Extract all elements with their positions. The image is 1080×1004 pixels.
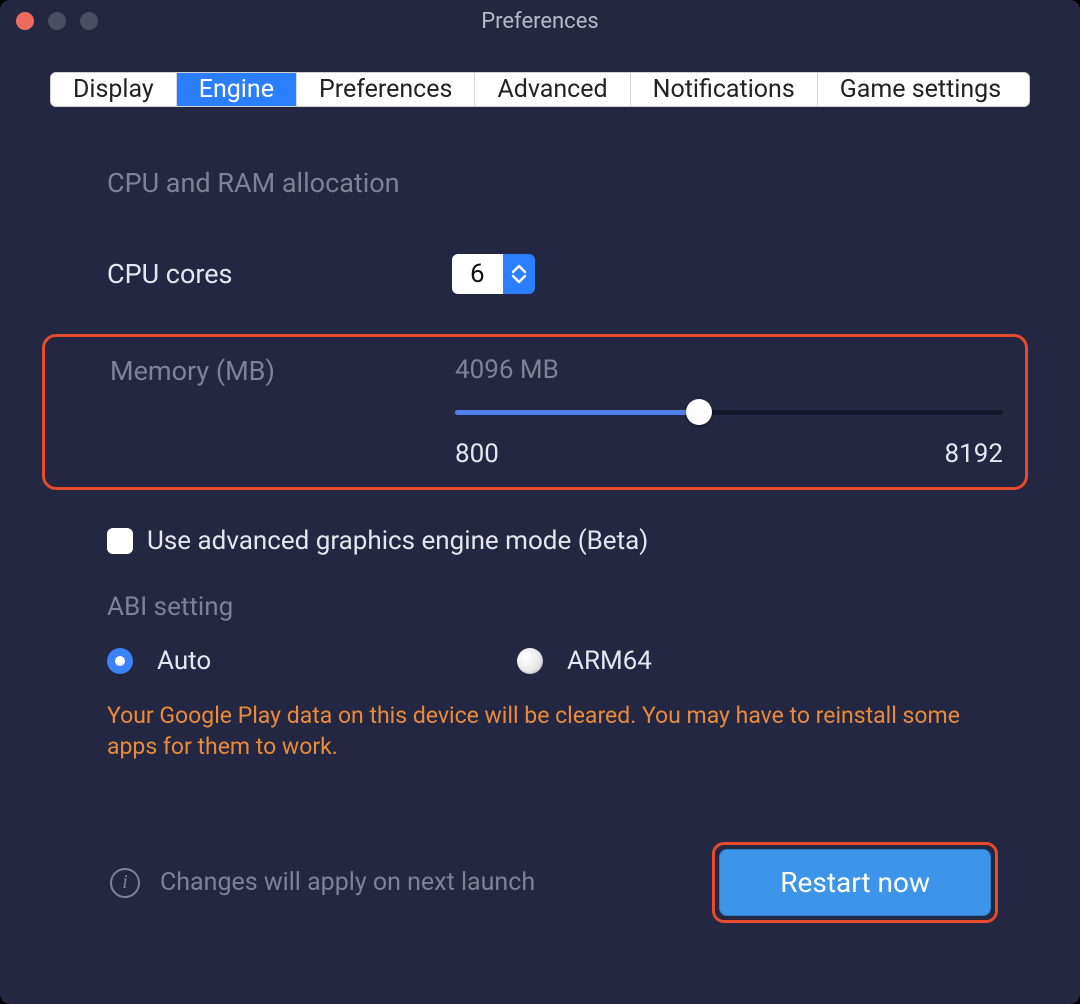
cpu-cores-label: CPU cores xyxy=(107,258,452,290)
tab-preferences[interactable]: Preferences xyxy=(297,73,475,106)
abi-radio-group: Auto ARM64 xyxy=(52,646,1028,676)
footer-note: Changes will apply on next launch xyxy=(160,868,535,897)
slider-min-label: 800 xyxy=(455,439,499,469)
abi-heading: ABI setting xyxy=(52,592,1028,622)
preferences-window: Preferences Display Engine Preferences A… xyxy=(0,0,1080,1004)
restart-highlight: Restart now xyxy=(712,842,998,923)
cpu-cores-stepper-buttons[interactable] xyxy=(503,254,535,294)
cpu-cores-stepper[interactable]: 6 xyxy=(452,254,535,294)
tab-display[interactable]: Display xyxy=(51,73,177,106)
footer-note-wrap: i Changes will apply on next launch xyxy=(110,868,535,898)
footer: i Changes will apply on next launch Rest… xyxy=(52,842,1028,963)
slider-max-label: 8192 xyxy=(945,439,1003,469)
tab-advanced[interactable]: Advanced xyxy=(475,73,630,106)
tab-bar: Display Engine Preferences Advanced Noti… xyxy=(50,72,1030,107)
memory-row: Memory (MB) 4096 MB 800 8192 xyxy=(110,355,1003,469)
memory-current-value: 4096 MB xyxy=(455,355,1003,385)
chevron-up-icon xyxy=(511,264,527,274)
zoom-window-button[interactable] xyxy=(80,12,98,30)
abi-option-auto-label: Auto xyxy=(157,646,211,676)
section-heading-allocation: CPU and RAM allocation xyxy=(52,167,1028,199)
cpu-cores-row: CPU cores 6 xyxy=(52,254,1028,294)
tab-notifications[interactable]: Notifications xyxy=(631,73,818,106)
slider-thumb[interactable] xyxy=(686,399,712,425)
advanced-graphics-row: Use advanced graphics engine mode (Beta) xyxy=(52,526,1028,556)
cpu-cores-value: 6 xyxy=(452,254,503,294)
memory-highlight: Memory (MB) 4096 MB 800 8192 xyxy=(42,334,1028,490)
info-icon: i xyxy=(110,868,140,898)
abi-warning: Your Google Play data on this device wil… xyxy=(52,700,1028,762)
tab-game-settings[interactable]: Game settings xyxy=(818,73,1023,106)
advanced-graphics-label: Use advanced graphics engine mode (Beta) xyxy=(147,526,648,556)
restart-now-button[interactable]: Restart now xyxy=(719,849,991,916)
tab-engine[interactable]: Engine xyxy=(177,73,297,106)
traffic-lights xyxy=(16,12,98,30)
engine-content: CPU and RAM allocation CPU cores 6 Memor… xyxy=(0,107,1080,1004)
advanced-graphics-checkbox[interactable] xyxy=(107,528,133,554)
abi-option-auto[interactable]: Auto xyxy=(107,646,477,676)
minimize-window-button[interactable] xyxy=(48,12,66,30)
abi-option-arm64[interactable]: ARM64 xyxy=(517,646,887,676)
radio-unchecked-icon xyxy=(517,648,543,674)
slider-fill xyxy=(455,410,699,415)
radio-checked-icon xyxy=(107,648,133,674)
slider-limits: 800 8192 xyxy=(455,439,1003,469)
window-title: Preferences xyxy=(16,9,1064,34)
chevron-down-icon xyxy=(511,274,527,284)
titlebar: Preferences xyxy=(0,0,1080,42)
memory-label: Memory (MB) xyxy=(110,355,455,387)
close-window-button[interactable] xyxy=(16,12,34,30)
abi-option-arm64-label: ARM64 xyxy=(567,646,652,676)
memory-slider[interactable] xyxy=(455,399,1003,425)
